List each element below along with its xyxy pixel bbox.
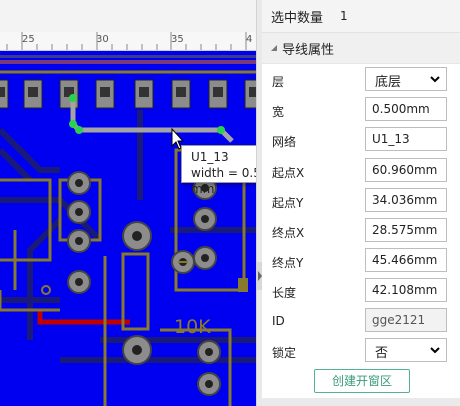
end-y-label: 终点Y xyxy=(272,256,304,270)
id-row: ID gge2121 xyxy=(262,308,460,336)
silk-label: 10K xyxy=(174,316,211,338)
layer-label: 层 xyxy=(272,75,285,89)
start-x-row: 起点X 60.960mm xyxy=(262,158,460,186)
start-y-row: 起点Y 34.036mm xyxy=(262,188,460,216)
end-x-row: 终点X 28.575mm xyxy=(262,218,460,246)
create-solder-mask-opening-button[interactable]: 创建开窗区 xyxy=(314,369,410,393)
chevron-down-icon xyxy=(430,347,440,354)
length-input[interactable]: 42.108mm xyxy=(365,278,447,302)
panel-bottom-strip xyxy=(262,398,460,406)
layer-value: 底层 xyxy=(375,75,402,90)
selected-count-label: 选中数量 xyxy=(271,10,324,26)
selected-count-row: 选中数量 1 xyxy=(262,0,460,33)
id-label: ID xyxy=(272,314,285,328)
horizontal-ruler: 25 30 35 4 xyxy=(0,32,256,51)
track-tooltip: U1_13 width = 0.500 mm xyxy=(181,145,256,196)
net-row: 网络 U1_13 xyxy=(262,127,460,155)
end-x-label: 终点X xyxy=(272,226,305,240)
tooltip-width: width = 0.500 mm xyxy=(191,166,256,196)
net-label: 网络 xyxy=(272,135,297,149)
selected-count-value: 1 xyxy=(340,9,348,23)
properties-panel: 选中数量 1 导线属性 层 底层 宽 0.500mm 网络 U1_13 起点X … xyxy=(262,0,460,406)
layer-row: 层 底层 xyxy=(262,67,460,95)
end-y-row: 终点Y 45.466mm xyxy=(262,248,460,276)
collapse-triangle-icon[interactable] xyxy=(270,44,278,52)
section-title: 导线属性 xyxy=(282,42,335,58)
width-row: 宽 0.500mm xyxy=(262,97,460,125)
end-y-input[interactable]: 45.466mm xyxy=(365,248,447,272)
lock-select[interactable]: 否 xyxy=(365,338,447,362)
net-input[interactable]: U1_13 xyxy=(365,127,447,151)
chevron-down-icon xyxy=(430,76,440,83)
start-x-label: 起点X xyxy=(272,166,305,180)
id-field: gge2121 xyxy=(365,308,447,332)
end-x-input[interactable]: 28.575mm xyxy=(365,218,447,242)
ruler-ticks xyxy=(6,32,247,50)
width-label: 宽 xyxy=(272,105,285,119)
lock-value: 否 xyxy=(375,346,389,361)
length-row: 长度 42.108mm xyxy=(262,278,460,306)
pcb-canvas[interactable]: 25 30 35 4 10K U1_13 width = 0. mm xyxy=(0,0,256,406)
pcb-board[interactable]: 10K xyxy=(0,51,256,406)
length-label: 长度 xyxy=(272,286,297,300)
section-header[interactable]: 导线属性 xyxy=(262,33,460,64)
lock-label: 锁定 xyxy=(272,346,297,360)
width-input[interactable]: 0.500mm xyxy=(365,97,447,121)
layer-select[interactable]: 底层 xyxy=(365,67,447,91)
start-x-input[interactable]: 60.960mm xyxy=(365,158,447,182)
tooltip-net: U1_13 xyxy=(191,150,229,164)
start-y-input[interactable]: 34.036mm xyxy=(365,188,447,212)
start-y-label: 起点Y xyxy=(272,196,304,210)
lock-row: 锁定 否 xyxy=(262,338,460,366)
